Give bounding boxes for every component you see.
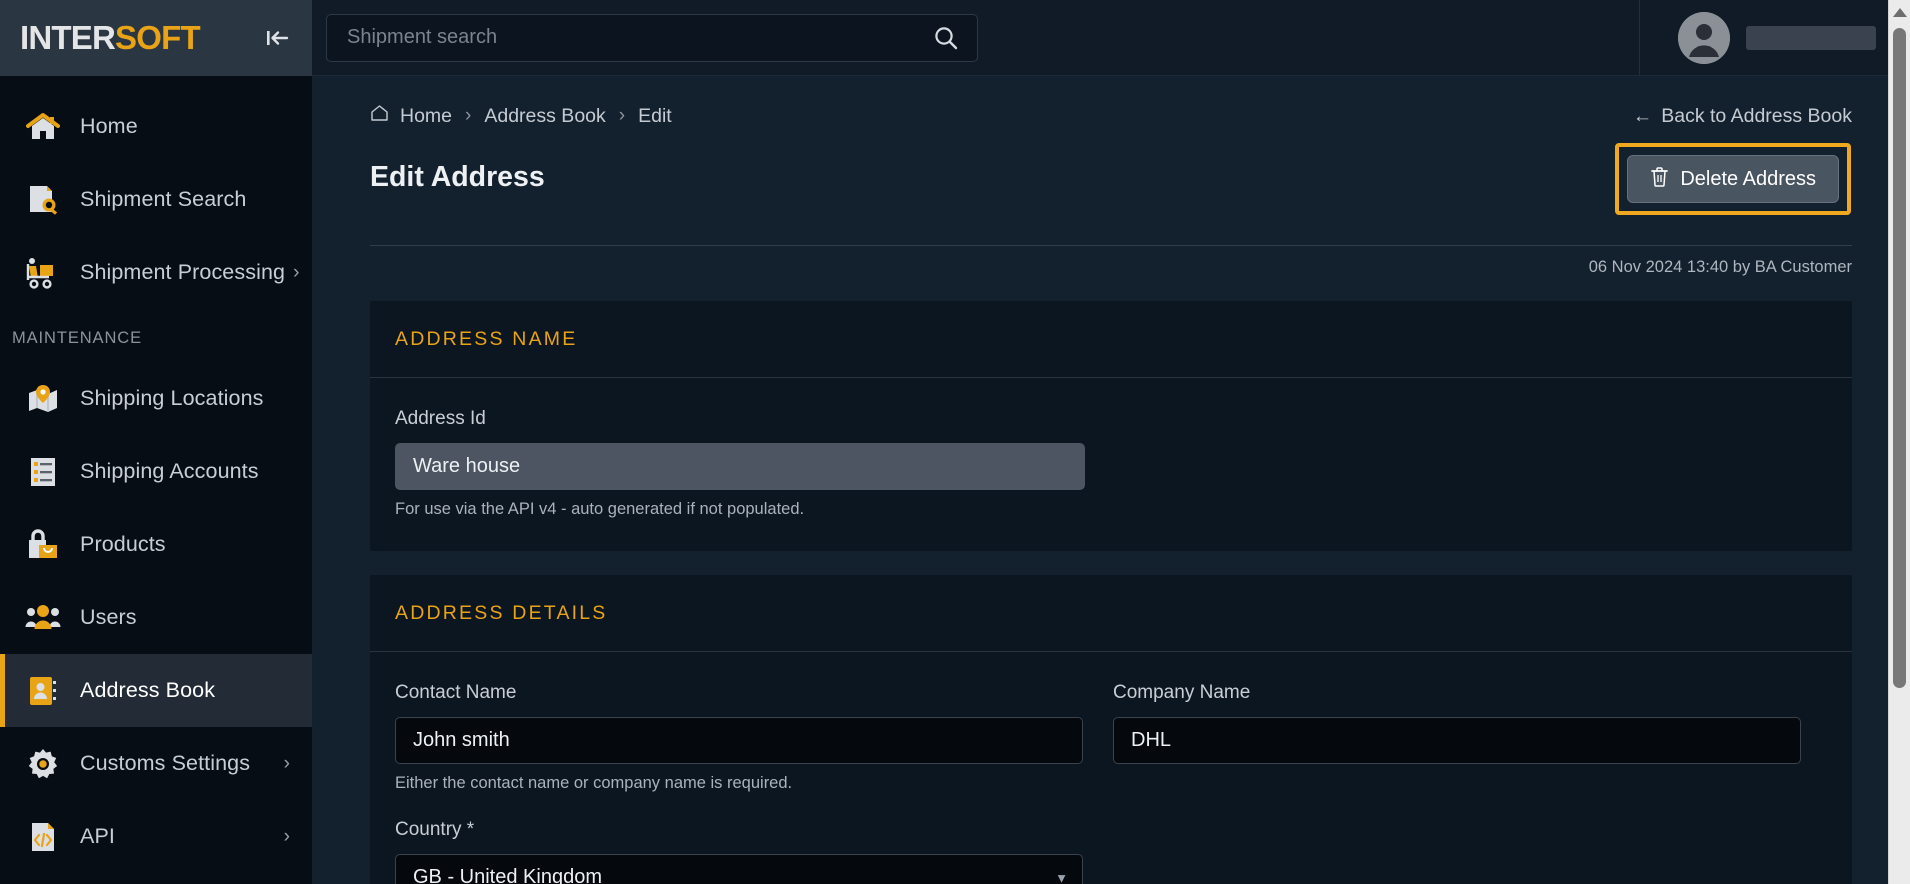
- breadcrumb-home[interactable]: Home: [370, 104, 452, 128]
- sidebar-item-label: Products: [80, 532, 166, 556]
- last-modified-meta: 06 Nov 2024 13:40 by BA Customer: [1588, 258, 1852, 276]
- content-inner: Home › Address Book › Edit ← Back to Add…: [312, 76, 1910, 884]
- field-country: Country * ▼: [395, 819, 1083, 884]
- sidebar-item-shipping-accounts[interactable]: Shipping Accounts: [0, 435, 312, 508]
- card-address-details-body: Contact Name Either the contact name or …: [370, 652, 1852, 884]
- sidebar-item-products[interactable]: Products: [0, 508, 312, 581]
- contact-name-hint: Either the contact name or company name …: [395, 774, 793, 792]
- back-to-address-book-link[interactable]: ← Back to Address Book: [1633, 105, 1852, 128]
- country-label: Country *: [395, 819, 475, 840]
- home-icon: [22, 107, 64, 147]
- sidebar-item-shipping-locations[interactable]: Shipping Locations: [0, 362, 312, 435]
- sidebar-item-label: Shipment Search: [80, 187, 247, 211]
- chevron-right-icon: ›: [293, 261, 300, 283]
- content-scroll-region: Home › Address Book › Edit ← Back to Add…: [312, 76, 1910, 884]
- scrollbar-thumb[interactable]: [1893, 28, 1906, 688]
- sidebar-item-users[interactable]: Users: [0, 581, 312, 654]
- breadcrumb-row: Home › Address Book › Edit ← Back to Add…: [370, 104, 1852, 128]
- sidebar-item-shipment-processing[interactable]: Shipment Processing ›: [0, 236, 312, 309]
- card-address-details: ADDRESS DETAILS Contact Name Either the …: [370, 575, 1852, 884]
- page-scrollbar[interactable]: [1888, 0, 1910, 884]
- field-contact-name: Contact Name Either the contact name or …: [395, 682, 1083, 793]
- logo-text-accent: SOFT: [115, 19, 201, 56]
- breadcrumb-separator: ›: [618, 105, 626, 126]
- chevron-right-icon: ›: [283, 752, 290, 774]
- chevron-right-icon: ›: [283, 825, 290, 847]
- list-document-icon: [22, 452, 64, 492]
- home-outline-icon: [370, 104, 389, 128]
- search-box[interactable]: [326, 13, 978, 62]
- sidebar-item-customs-settings[interactable]: Customs Settings ›: [0, 727, 312, 800]
- page-title: Edit Address: [370, 161, 545, 193]
- field-company-name: Company Name: [1113, 682, 1801, 793]
- breadcrumb-home-label: Home: [400, 104, 453, 127]
- address-book-icon: [22, 671, 64, 711]
- map-pin-icon: [22, 379, 64, 419]
- hand-truck-icon: [22, 253, 64, 293]
- row-country: Country * ▼: [395, 819, 1827, 884]
- sidebar-item-label: Address Book: [80, 678, 216, 702]
- sidebar-item-label: Home: [80, 114, 138, 138]
- sidebar-item-label: Shipping Accounts: [80, 459, 259, 483]
- sidebar-nav: Home Shipment Search Shipment Processing…: [0, 76, 312, 884]
- breadcrumb-separator: ›: [465, 105, 472, 126]
- trash-icon: [1650, 166, 1669, 193]
- card-address-details-heading: ADDRESS DETAILS: [370, 575, 1852, 652]
- user-name-redacted: [1746, 25, 1876, 50]
- sidebar: INTER SOFT Home Shipment Search Shipment…: [0, 0, 312, 884]
- card-address-name-heading: ADDRESS NAME: [370, 301, 1852, 378]
- contact-name-input[interactable]: [395, 717, 1083, 764]
- address-id-label: Address Id: [395, 408, 486, 429]
- scroll-up-arrow-icon[interactable]: [1892, 8, 1907, 17]
- sidebar-item-label: API: [80, 824, 115, 848]
- sidebar-item-home[interactable]: Home: [0, 90, 312, 163]
- address-id-hint: For use via the API v4 - auto generated …: [395, 500, 805, 518]
- card-address-name-body: Address Id For use via the API v4 - auto…: [370, 378, 1852, 551]
- delete-address-label: Delete Address: [1680, 167, 1816, 190]
- search-input[interactable]: [347, 26, 933, 49]
- country-select-wrap: ▼: [395, 854, 1083, 884]
- users-icon: [22, 598, 64, 638]
- breadcrumb-address-book[interactable]: Address Book: [484, 105, 605, 128]
- user-menu[interactable]: [1639, 0, 1910, 76]
- delete-button-highlight: Delete Address: [1615, 143, 1851, 215]
- avatar: [1678, 11, 1730, 64]
- shopping-bag-icon: [22, 525, 64, 565]
- sidebar-item-label: Customs Settings: [80, 751, 251, 775]
- sidebar-item-address-book[interactable]: Address Book: [0, 654, 312, 727]
- contact-name-label: Contact Name: [395, 682, 517, 703]
- gear-icon: [22, 744, 64, 784]
- sidebar-section-maintenance: MAINTENANCE: [12, 329, 142, 347]
- card-address-name: ADDRESS NAME Address Id For use via the …: [370, 301, 1852, 551]
- breadcrumb-current: Edit: [638, 104, 672, 127]
- address-id-input[interactable]: [395, 443, 1085, 490]
- document-search-icon: [22, 180, 64, 220]
- field-address-id: Address Id For use via the API v4 - auto…: [395, 408, 1085, 519]
- search-container: [312, 13, 978, 62]
- search-icon[interactable]: [933, 25, 959, 51]
- sidebar-item-shipment-search[interactable]: Shipment Search: [0, 163, 312, 236]
- sidebar-item-api[interactable]: API ›: [0, 800, 312, 873]
- breadcrumb: Home › Address Book › Edit: [370, 104, 672, 128]
- logo-text-primary: INTER: [20, 19, 116, 56]
- main-area: Home › Address Book › Edit ← Back to Add…: [312, 0, 1910, 884]
- code-file-icon: [22, 817, 64, 857]
- page-title-row: Edit Address Delete Address: [370, 143, 1852, 223]
- back-link-label: Back to Address Book: [1661, 104, 1852, 127]
- arrow-left-icon: ←: [1632, 104, 1653, 127]
- top-bar: [312, 0, 1910, 76]
- row-contact-company: Contact Name Either the contact name or …: [395, 682, 1827, 793]
- country-select[interactable]: [395, 854, 1083, 884]
- logo: INTER SOFT: [20, 19, 201, 57]
- brand-bar: INTER SOFT: [0, 0, 312, 76]
- delete-address-button[interactable]: Delete Address: [1627, 155, 1839, 203]
- application-root: INTER SOFT Home Shipment Search Shipment…: [0, 0, 1910, 884]
- sidebar-item-label: Users: [80, 605, 137, 629]
- company-name-input[interactable]: [1113, 717, 1801, 764]
- sidebar-item-label: Shipping Locations: [80, 386, 264, 410]
- sidebar-item-label: Shipment Processing: [80, 260, 286, 284]
- company-name-label: Company Name: [1113, 682, 1251, 703]
- collapse-left-icon[interactable]: [260, 21, 294, 55]
